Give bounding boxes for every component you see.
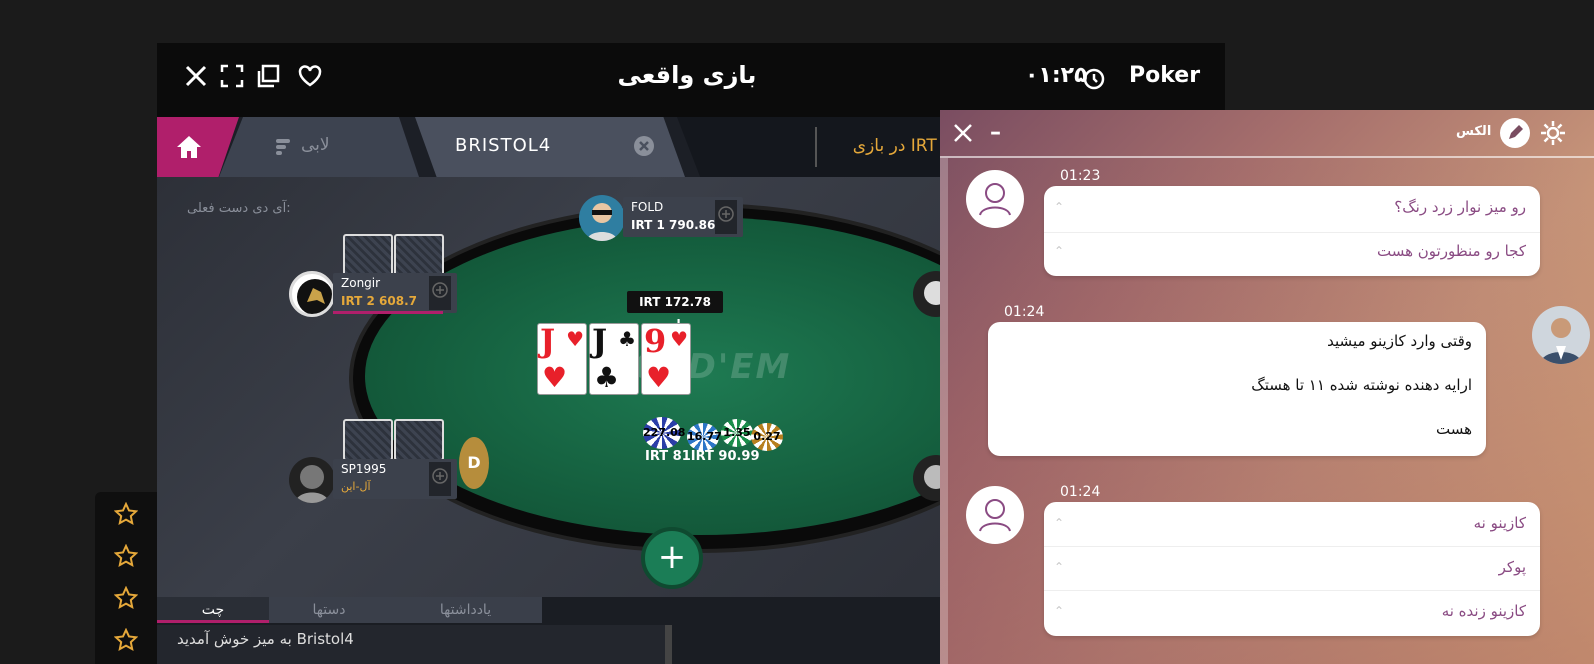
tab-lobby-label: لابی: [301, 135, 330, 155]
poker-table-area: :آی دی دست فعلی HOLD'EM FOLD IRT 1 790.8…: [157, 177, 957, 597]
star-icon[interactable]: [114, 586, 138, 610]
lobby-icon: [275, 137, 293, 157]
user-avatar: [966, 486, 1024, 544]
message-text: کازینو زنده نه: [1441, 602, 1526, 620]
home-icon: [176, 134, 202, 160]
message-time: 01:24: [1004, 304, 1045, 320]
pencil-icon[interactable]: [1500, 118, 1530, 148]
star-icon[interactable]: [114, 544, 138, 568]
add-note-button[interactable]: [429, 462, 451, 496]
add-note-button[interactable]: [715, 200, 737, 234]
in-play-balance: IRT 0 در بازی: [852, 136, 953, 156]
tab-chat[interactable]: چت: [157, 597, 269, 623]
bet-amounts: IRT 81IRT 90.99: [645, 449, 760, 464]
divider: [1044, 546, 1540, 547]
bottom-tabs: چت دستها یادداشتها: [157, 597, 542, 623]
message-text: وقتی وارد کازینو میشید: [1327, 332, 1472, 350]
star-icon[interactable]: [114, 628, 138, 652]
chat-scrollbar[interactable]: [940, 158, 948, 664]
star-icon[interactable]: [114, 502, 138, 526]
minimize-button[interactable]: –: [990, 120, 1001, 145]
player-name: SP1995: [341, 462, 387, 476]
pot-display: IRT 172.78 پات: [627, 291, 723, 331]
hole-card-back: [394, 419, 444, 461]
add-note-button[interactable]: [429, 276, 451, 310]
player-stack: IRT 1 790.86: [631, 218, 716, 232]
chat-message: Bristol4 به میز خوش آمدید: [177, 630, 354, 648]
message-text: رو میز نوار زرد رنگ؟: [1394, 198, 1526, 216]
check-icon: ⌃: [1054, 244, 1065, 258]
timer-bar: [333, 311, 443, 314]
check-icon: ⌃: [1054, 560, 1065, 574]
message-text: کجا رو منظورتون هست: [1376, 242, 1526, 260]
tab-table[interactable]: BRISTOL4: [415, 117, 685, 177]
hand-id-label: :آی دی دست فعلی: [187, 201, 291, 216]
gear-icon[interactable]: [1540, 120, 1566, 146]
player-status: آل-این: [341, 480, 371, 493]
message-text: پوکر: [1498, 558, 1526, 576]
message-text: ارایه دهنده نوشته شده ۱۱ تا هستگ: [1251, 376, 1472, 394]
title-bar: بازی واقعی ۰۱:۲۵ Poker: [157, 43, 1225, 117]
player-panel-fold[interactable]: FOLD IRT 1 790.86: [623, 197, 743, 237]
table-chat-area: چت دستها یادداشتها Bristol4 به میز خوش آ…: [157, 597, 957, 664]
tab-lobby[interactable]: لابی: [219, 117, 419, 177]
player-name: Zongir: [341, 276, 381, 290]
community-card: J ♣ ♣: [589, 322, 639, 395]
clock-icon: [1082, 67, 1106, 91]
player-avatar[interactable]: [289, 457, 335, 503]
check-icon: ⌃: [1054, 516, 1065, 530]
player-name: FOLD: [631, 200, 664, 214]
close-icon[interactable]: [183, 63, 209, 89]
message-bubble: وقتی وارد کازینو میشید ارایه دهنده نوشته…: [988, 322, 1486, 456]
community-card: J ♥ ♥: [537, 322, 587, 395]
brand-label: Poker: [1129, 63, 1201, 88]
balance-area: IRT 0 در بازی: [677, 117, 967, 177]
chip-stack: 227.08: [643, 417, 685, 449]
hole-card-back: [394, 234, 444, 276]
support-chat-panel: – الکس 01:23 رو میز نوار زرد رنگ؟ ⌃ کجا …: [940, 110, 1594, 664]
player-panel-zongir[interactable]: Zongir IRT 2 608.7: [333, 273, 457, 314]
user-avatar: [966, 170, 1024, 228]
chip-stack: 1.35: [721, 419, 753, 447]
message-time: 01:23: [1060, 168, 1101, 184]
close-tab-icon[interactable]: [633, 135, 655, 157]
hole-card-back: [343, 419, 393, 461]
game-title: بازی واقعی: [617, 61, 757, 89]
dealer-button: D: [459, 437, 489, 489]
divider: [1044, 232, 1540, 233]
close-icon[interactable]: [952, 122, 974, 144]
message-bubble: کازینو نه ⌃ پوکر ⌃ کازینو زنده نه ⌃: [1044, 502, 1540, 636]
hole-card-back: [343, 234, 393, 276]
divider: [815, 127, 817, 167]
player-avatar[interactable]: [579, 195, 625, 241]
chip-stack: 16.77: [687, 423, 722, 451]
message-text: هست: [1435, 420, 1472, 438]
message-text: کازینو نه: [1473, 514, 1526, 532]
popout-icon[interactable]: [255, 63, 281, 89]
table-tab-bar: IRT 0 در بازی BRISTOL4 لابی: [157, 117, 967, 177]
chat-scrollbar[interactable]: [665, 625, 672, 664]
agent-avatar: [1532, 306, 1590, 364]
support-header: – الکس: [940, 110, 1594, 158]
player-panel-sp1995[interactable]: SP1995 آل-این: [333, 459, 457, 499]
check-icon: ⌃: [1054, 200, 1065, 214]
message-time: 01:24: [1060, 484, 1101, 500]
chip-stack: 0.27: [751, 423, 783, 451]
player-stack: IRT 2 608.7: [341, 294, 418, 308]
add-table-button[interactable]: +: [641, 527, 703, 589]
favorites-rail: [95, 492, 157, 664]
session-timer: ۰۱:۲۵: [1025, 63, 1088, 88]
heart-icon[interactable]: [297, 63, 323, 89]
tab-table-label: BRISTOL4: [455, 135, 552, 156]
player-avatar[interactable]: [289, 271, 335, 317]
tab-notes[interactable]: یادداشتها: [389, 597, 542, 623]
tab-hands[interactable]: دستها: [269, 597, 389, 623]
agent-name: الکس: [1456, 124, 1492, 139]
fullscreen-icon[interactable]: [219, 63, 245, 89]
check-icon: ⌃: [1054, 604, 1065, 618]
community-card: 9 ♥ ♥: [641, 322, 691, 395]
message-bubble: رو میز نوار زرد رنگ؟ ⌃ کجا رو منظورتون ه…: [1044, 186, 1540, 276]
divider: [1044, 590, 1540, 591]
